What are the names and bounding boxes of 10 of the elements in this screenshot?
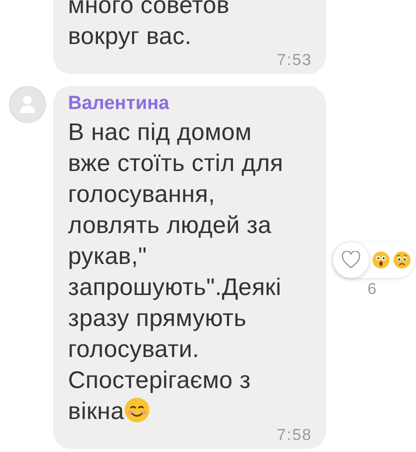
astonished-face-icon [372,251,390,269]
message-time: 7:58 [276,427,312,445]
heart-icon [341,251,361,269]
message-text: В нас під домом вже стоїть стіл для голосування, ловлять людей за рукав," запрошують".Деякі зразу прямують голосувати. Спостерігаємо з вікна [68,118,284,427]
message-text: много советов вокруг вас. [68,0,230,52]
worried-face-icon [393,251,411,269]
sender-name: Валентина [68,93,170,115]
reaction-count: 6 [368,281,376,299]
like-button[interactable] [333,242,369,278]
message-time: 7:53 [276,52,312,70]
